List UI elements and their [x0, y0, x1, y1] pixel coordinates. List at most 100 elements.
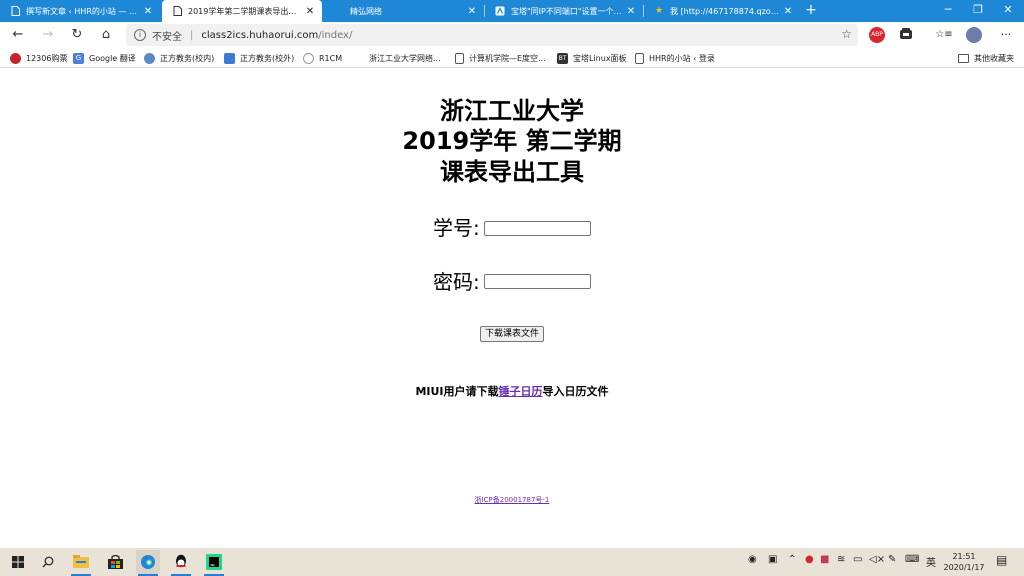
- student-id-label: 学号:: [433, 216, 480, 240]
- bookmark-label: 计算机学院—E度空...: [469, 53, 546, 63]
- globe-outline-icon: [303, 52, 314, 64]
- bookmark-label: 宝塔Linux面板: [573, 53, 627, 63]
- icp-footer: 浙ICP备20001787号-1: [0, 495, 1024, 505]
- tab-wordpress[interactable]: 撰写新文章 ‹ HHR的小站 — WordPress ✕: [0, 0, 160, 22]
- tab-baota[interactable]: 宝塔"同IP不同端口"设置一个端口 ✕: [485, 0, 643, 22]
- clock-date: 2020/1/17: [943, 563, 985, 572]
- url-host: class2ics.huhaorui.com: [201, 29, 319, 41]
- pycharm-icon[interactable]: [202, 550, 226, 576]
- url-path: /index/: [318, 29, 353, 41]
- smartisan-calendar-link[interactable]: 锤子日历: [499, 385, 543, 398]
- wifi-icon[interactable]: ≋: [837, 554, 845, 565]
- tab-class2ics[interactable]: 2019学年第二学期课表导出工具 ✕: [162, 0, 322, 22]
- minimize-button[interactable]: ─: [932, 0, 964, 22]
- file-explorer-icon[interactable]: [69, 550, 93, 576]
- taskbar: ◉ ▣ ⌃ ● ■ ≋ ▭ ◁× ✎ ⌨ 英 21:51 2020/1/17 ▤: [0, 548, 1024, 576]
- volume-icon[interactable]: ◁×: [869, 554, 885, 565]
- pen-icon[interactable]: ✎: [888, 554, 896, 565]
- close-icon[interactable]: ✕: [302, 6, 318, 17]
- download-schedule-button[interactable]: 下载课表文件: [480, 326, 544, 342]
- qq-icon[interactable]: [169, 550, 193, 576]
- reload-button[interactable]: ↻: [67, 25, 87, 45]
- bookmark-r1cm[interactable]: R1CM: [303, 51, 342, 65]
- battery-icon[interactable]: ▭: [853, 554, 862, 565]
- blank-page-icon: [353, 52, 364, 64]
- password-label: 密码:: [433, 270, 480, 294]
- extension-icon[interactable]: [898, 27, 914, 43]
- bookmark-label: Google 翻译: [89, 53, 136, 63]
- close-icon[interactable]: ✕: [140, 6, 156, 17]
- page-content: 浙江工业大学 2019学年 第二学期 课表导出工具 学号: 密码: 下载课表文件…: [0, 70, 1024, 548]
- info-icon[interactable]: i: [134, 29, 146, 41]
- close-icon[interactable]: ✕: [464, 6, 480, 17]
- back-button[interactable]: ←: [8, 25, 28, 45]
- menu-button[interactable]: ···: [996, 25, 1016, 45]
- bookmark-google-translate[interactable]: G Google 翻译: [73, 51, 136, 65]
- miui-note: MIUI用户请下载锤子日历导入日历文件: [0, 383, 1024, 399]
- mi-tray-icon[interactable]: ▣: [768, 554, 777, 565]
- globe-icon: [144, 52, 155, 64]
- tray-icon-1[interactable]: ◉: [748, 554, 757, 565]
- store-icon[interactable]: [103, 550, 127, 574]
- close-window-button[interactable]: ✕: [992, 0, 1024, 22]
- avatar[interactable]: [966, 27, 982, 43]
- edge-icon[interactable]: [136, 550, 160, 576]
- folder-icon: [958, 53, 969, 63]
- address-bar[interactable]: i 不安全 | class2ics.huhaorui.com/index/ ☆: [126, 24, 858, 46]
- ime-indicator[interactable]: 英: [926, 554, 936, 569]
- close-icon[interactable]: ✕: [623, 6, 639, 17]
- bookmarks-bar: 12306购票 G Google 翻译 正方教务(校内) 正方教务(校外) R1…: [0, 48, 1024, 68]
- browser-toolbar: ← → ↻ ⌂ i 不安全 | class2ics.huhaorui.com/i…: [0, 22, 1024, 48]
- tab-qzone[interactable]: ★ 我 [http://467178874.qzone.qq.com] ✕: [644, 0, 800, 22]
- cube-icon: [224, 52, 235, 64]
- search-icon[interactable]: [36, 550, 60, 574]
- password-input[interactable]: [484, 274, 591, 289]
- tab-title: 撰写新文章 ‹ HHR的小站 — WordPress: [26, 6, 140, 16]
- bookmark-hhr-login[interactable]: HHR的小站 ‹ 登录: [635, 51, 715, 65]
- railway-icon: [10, 52, 21, 64]
- other-favorites[interactable]: 其他收藏夹: [958, 51, 1014, 65]
- bookmark-cs-college[interactable]: 计算机学院—E度空...: [455, 51, 546, 65]
- page-icon: [455, 52, 464, 64]
- bookmark-label: 正方教务(校内): [160, 53, 215, 63]
- chevron-up-icon[interactable]: ⌃: [788, 554, 796, 565]
- system-clock[interactable]: 21:51 2020/1/17: [940, 551, 988, 573]
- page-title-tool: 课表导出工具: [440, 158, 584, 186]
- clock-time: 21:51: [952, 552, 976, 561]
- student-id-input[interactable]: [484, 221, 591, 236]
- qq-tray-icon[interactable]: ●: [805, 554, 814, 565]
- page-icon: [635, 52, 644, 64]
- icp-link[interactable]: 浙ICP备20001787号-1: [475, 496, 550, 504]
- restore-button[interactable]: ❐: [962, 0, 994, 22]
- tab-jinghong[interactable]: 精弘网络 ✕: [324, 0, 484, 22]
- star-icon: ★: [654, 6, 664, 16]
- keyboard-icon[interactable]: ⌨: [905, 554, 919, 565]
- bookmark-zjut-network[interactable]: 浙江工业大学网络...: [353, 51, 441, 65]
- bt-icon: BT: [557, 52, 568, 64]
- notification-icon[interactable]: ▤: [996, 553, 1007, 567]
- new-tab-button[interactable]: +: [802, 0, 820, 22]
- close-icon[interactable]: ✕: [780, 6, 796, 17]
- bookmark-label: 正方教务(校外): [240, 53, 295, 63]
- forward-button[interactable]: →: [38, 25, 58, 45]
- favorite-star-icon[interactable]: ☆: [841, 27, 852, 41]
- page-title-term: 2019学年 第二学期: [402, 127, 622, 155]
- bookmark-label: 其他收藏夹: [974, 53, 1014, 63]
- windows-start-icon[interactable]: [6, 550, 30, 574]
- bookmark-baota[interactable]: BT 宝塔Linux面板: [557, 51, 627, 65]
- bookmark-label: HHR的小站 ‹ 登录: [649, 53, 715, 63]
- favorites-icon[interactable]: ☆≡: [934, 25, 954, 45]
- home-button[interactable]: ⌂: [96, 25, 116, 45]
- tab-title: 我 [http://467178874.qzone.qq.com]: [670, 6, 780, 16]
- miui-note-prefix: MIUI用户请下载: [415, 385, 499, 398]
- app-tray-icon[interactable]: ■: [820, 554, 829, 565]
- blank-icon: [334, 6, 344, 16]
- bookmark-zhengfang-internal[interactable]: 正方教务(校内): [144, 51, 214, 65]
- tab-title: 2019学年第二学期课表导出工具: [188, 6, 302, 16]
- tab-title: 宝塔"同IP不同端口"设置一个端口: [511, 6, 623, 16]
- bookmark-zhengfang-external[interactable]: 正方教务(校外): [224, 51, 294, 65]
- tab-title: 精弘网络: [350, 6, 382, 16]
- translate-icon: G: [73, 52, 84, 64]
- adblock-icon[interactable]: ABP: [869, 27, 885, 43]
- bookmark-12306[interactable]: 12306购票: [10, 51, 67, 65]
